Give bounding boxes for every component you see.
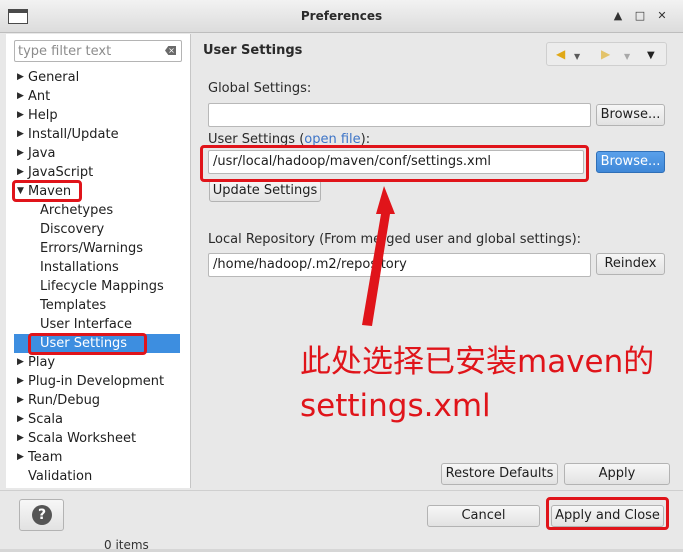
collapsed-twisty-icon[interactable]: ▶ (17, 448, 27, 467)
collapsed-twisty-icon[interactable]: ▶ (17, 144, 27, 163)
preferences-window: Preferences ▲ □ ✕ × ▶General▶Ant▶Help▶In… (0, 0, 683, 552)
tree-item-team[interactable]: ▶ Team (6, 448, 190, 467)
user-settings-label-post: ): (360, 132, 371, 147)
tree-item-general[interactable]: ▶ General (6, 68, 190, 87)
user-settings-label: User Settings (open file): (208, 132, 370, 147)
browse-user-button[interactable]: Browse... (596, 151, 665, 173)
preference-tree: ▶ General ▶ Ant ▶ Help ▶ Install/Update ▶ Java ▶ Ja… (6, 68, 190, 486)
collapsed-twisty-icon[interactable]: ▶ (17, 372, 27, 391)
cancel-button[interactable]: Cancel (427, 505, 540, 527)
tree-item-label: Team (28, 450, 63, 465)
global-settings-input[interactable] (208, 103, 591, 127)
close-icon[interactable]: ✕ (654, 8, 670, 24)
tree-item-label: User Interface (40, 317, 132, 332)
collapsed-twisty-icon[interactable]: ▶ (17, 391, 27, 410)
tree-item-label: Validation (28, 469, 93, 484)
forward-history-dropdown-icon[interactable]: ▼ (624, 49, 630, 65)
tree-item-label: Play (28, 355, 56, 370)
tree-item-user-settings[interactable]: User Settings (14, 334, 180, 353)
collapsed-twisty-icon[interactable]: ▶ (17, 125, 27, 144)
window-title: Preferences (300, 9, 383, 23)
forward-arrow-icon[interactable]: ▶ (601, 46, 610, 62)
tree-item-label: Ant (28, 89, 51, 104)
restore-defaults-button[interactable]: Restore Defaults (441, 463, 558, 485)
user-settings-label-pre: User Settings ( (208, 132, 305, 147)
tree-item-run-debug[interactable]: ▶ Run/Debug (6, 391, 190, 410)
tree-item-plug-in-development[interactable]: ▶ Plug-in Development (6, 372, 190, 391)
tree-item-label: Discovery (40, 222, 105, 237)
apply-and-close-button[interactable]: Apply and Close (551, 505, 664, 527)
back-arrow-icon[interactable]: ◀ (556, 46, 565, 62)
help-button[interactable]: ? (19, 499, 64, 531)
expanded-twisty-icon[interactable]: ▼ (17, 182, 27, 201)
clear-filter-icon[interactable]: × (165, 46, 176, 55)
title-bar[interactable]: Preferences ▲ □ ✕ (0, 0, 683, 33)
collapsed-twisty-icon[interactable]: ▶ (17, 87, 27, 106)
tree-item-scala-worksheet[interactable]: ▶ Scala Worksheet (6, 429, 190, 448)
view-menu-icon[interactable]: ▼ (647, 48, 655, 64)
tree-item-label: Maven (28, 184, 72, 199)
minimize-icon[interactable]: ▲ (610, 8, 626, 24)
apply-button[interactable]: Apply (564, 463, 670, 485)
tree-item-installations[interactable]: Installations (6, 258, 190, 277)
annotation-line-1: 此处选择已安装maven的 (300, 344, 655, 380)
maximize-icon[interactable]: □ (632, 8, 648, 24)
tree-item-errors-warnings[interactable]: Errors/Warnings (6, 239, 190, 258)
tree-item-help[interactable]: ▶ Help (6, 106, 190, 125)
status-text: 0 items (104, 538, 149, 552)
collapsed-twisty-icon[interactable]: ▶ (17, 410, 27, 429)
tree-item-label: JavaScript (28, 165, 94, 180)
page-navigation: ◀ ▼ ▶ ▼ ▼ (546, 42, 667, 66)
help-icon: ? (32, 505, 52, 525)
local-repository-label: Local Repository (From merged user and g… (208, 232, 582, 247)
tree-item-java[interactable]: ▶ Java (6, 144, 190, 163)
tree-item-maven[interactable]: ▼ Maven (6, 182, 190, 201)
collapsed-twisty-icon[interactable]: ▶ (17, 106, 27, 125)
back-history-dropdown-icon[interactable]: ▼ (574, 49, 580, 65)
local-repository-input[interactable]: /home/hadoop/.m2/repository (208, 253, 591, 277)
tree-item-label: Lifecycle Mappings (40, 279, 164, 294)
browse-global-button[interactable]: Browse... (596, 104, 665, 126)
tree-item-install-update[interactable]: ▶ Install/Update (6, 125, 190, 144)
tree-item-javascript[interactable]: ▶ JavaScript (6, 163, 190, 182)
tree-item-label: Scala Worksheet (28, 431, 137, 446)
tree-item-label: Errors/Warnings (40, 241, 144, 256)
tree-item-label: Run/Debug (28, 393, 101, 408)
filter-box: × (14, 40, 182, 62)
tree-item-play[interactable]: ▶ Play (6, 353, 190, 372)
tree-item-discovery[interactable]: Discovery (6, 220, 190, 239)
page-title: User Settings (203, 43, 303, 58)
tree-item-label: Scala (28, 412, 63, 427)
update-settings-button[interactable]: Update Settings (209, 180, 321, 202)
collapsed-twisty-icon[interactable]: ▶ (17, 163, 27, 182)
global-settings-label: Global Settings: (208, 81, 312, 96)
collapsed-twisty-icon[interactable]: ▶ (17, 429, 27, 448)
tree-item-archetypes[interactable]: Archetypes (6, 201, 190, 220)
reindex-button[interactable]: Reindex (596, 253, 665, 275)
tree-item-templates[interactable]: Templates (6, 296, 190, 315)
tree-item-label: Help (28, 108, 58, 123)
tree-item-label: User Settings (40, 336, 128, 351)
preference-tree-panel: × ▶General▶Ant▶Help▶Install/Update▶Java▶… (6, 34, 191, 488)
annotation-line-2: settings.xml (300, 388, 491, 424)
tree-item-ant[interactable]: ▶ Ant (6, 87, 190, 106)
tree-item-label: Installations (40, 260, 119, 275)
tree-item-label: General (28, 70, 80, 85)
tree-item-validation[interactable]: Validation (6, 467, 190, 486)
tree-item-user-interface[interactable]: User Interface (6, 315, 190, 334)
tree-item-label: Install/Update (28, 127, 119, 142)
tree-item-label: Plug-in Development (28, 374, 165, 389)
collapsed-twisty-icon[interactable]: ▶ (17, 353, 27, 372)
open-file-link[interactable]: open file (304, 132, 360, 147)
tree-item-scala[interactable]: ▶ Scala (6, 410, 190, 429)
tree-item-label: Templates (40, 298, 107, 313)
user-settings-input[interactable]: /usr/local/hadoop/maven/conf/settings.xm… (208, 150, 584, 174)
tree-item-lifecycle-mappings[interactable]: Lifecycle Mappings (6, 277, 190, 296)
tree-item-label: Java (28, 146, 56, 161)
annotation-text: 此处选择已安装maven的 settings.xml (300, 340, 680, 428)
filter-input[interactable] (18, 43, 158, 59)
tree-item-label: Archetypes (40, 203, 114, 218)
collapsed-twisty-icon[interactable]: ▶ (17, 68, 27, 87)
